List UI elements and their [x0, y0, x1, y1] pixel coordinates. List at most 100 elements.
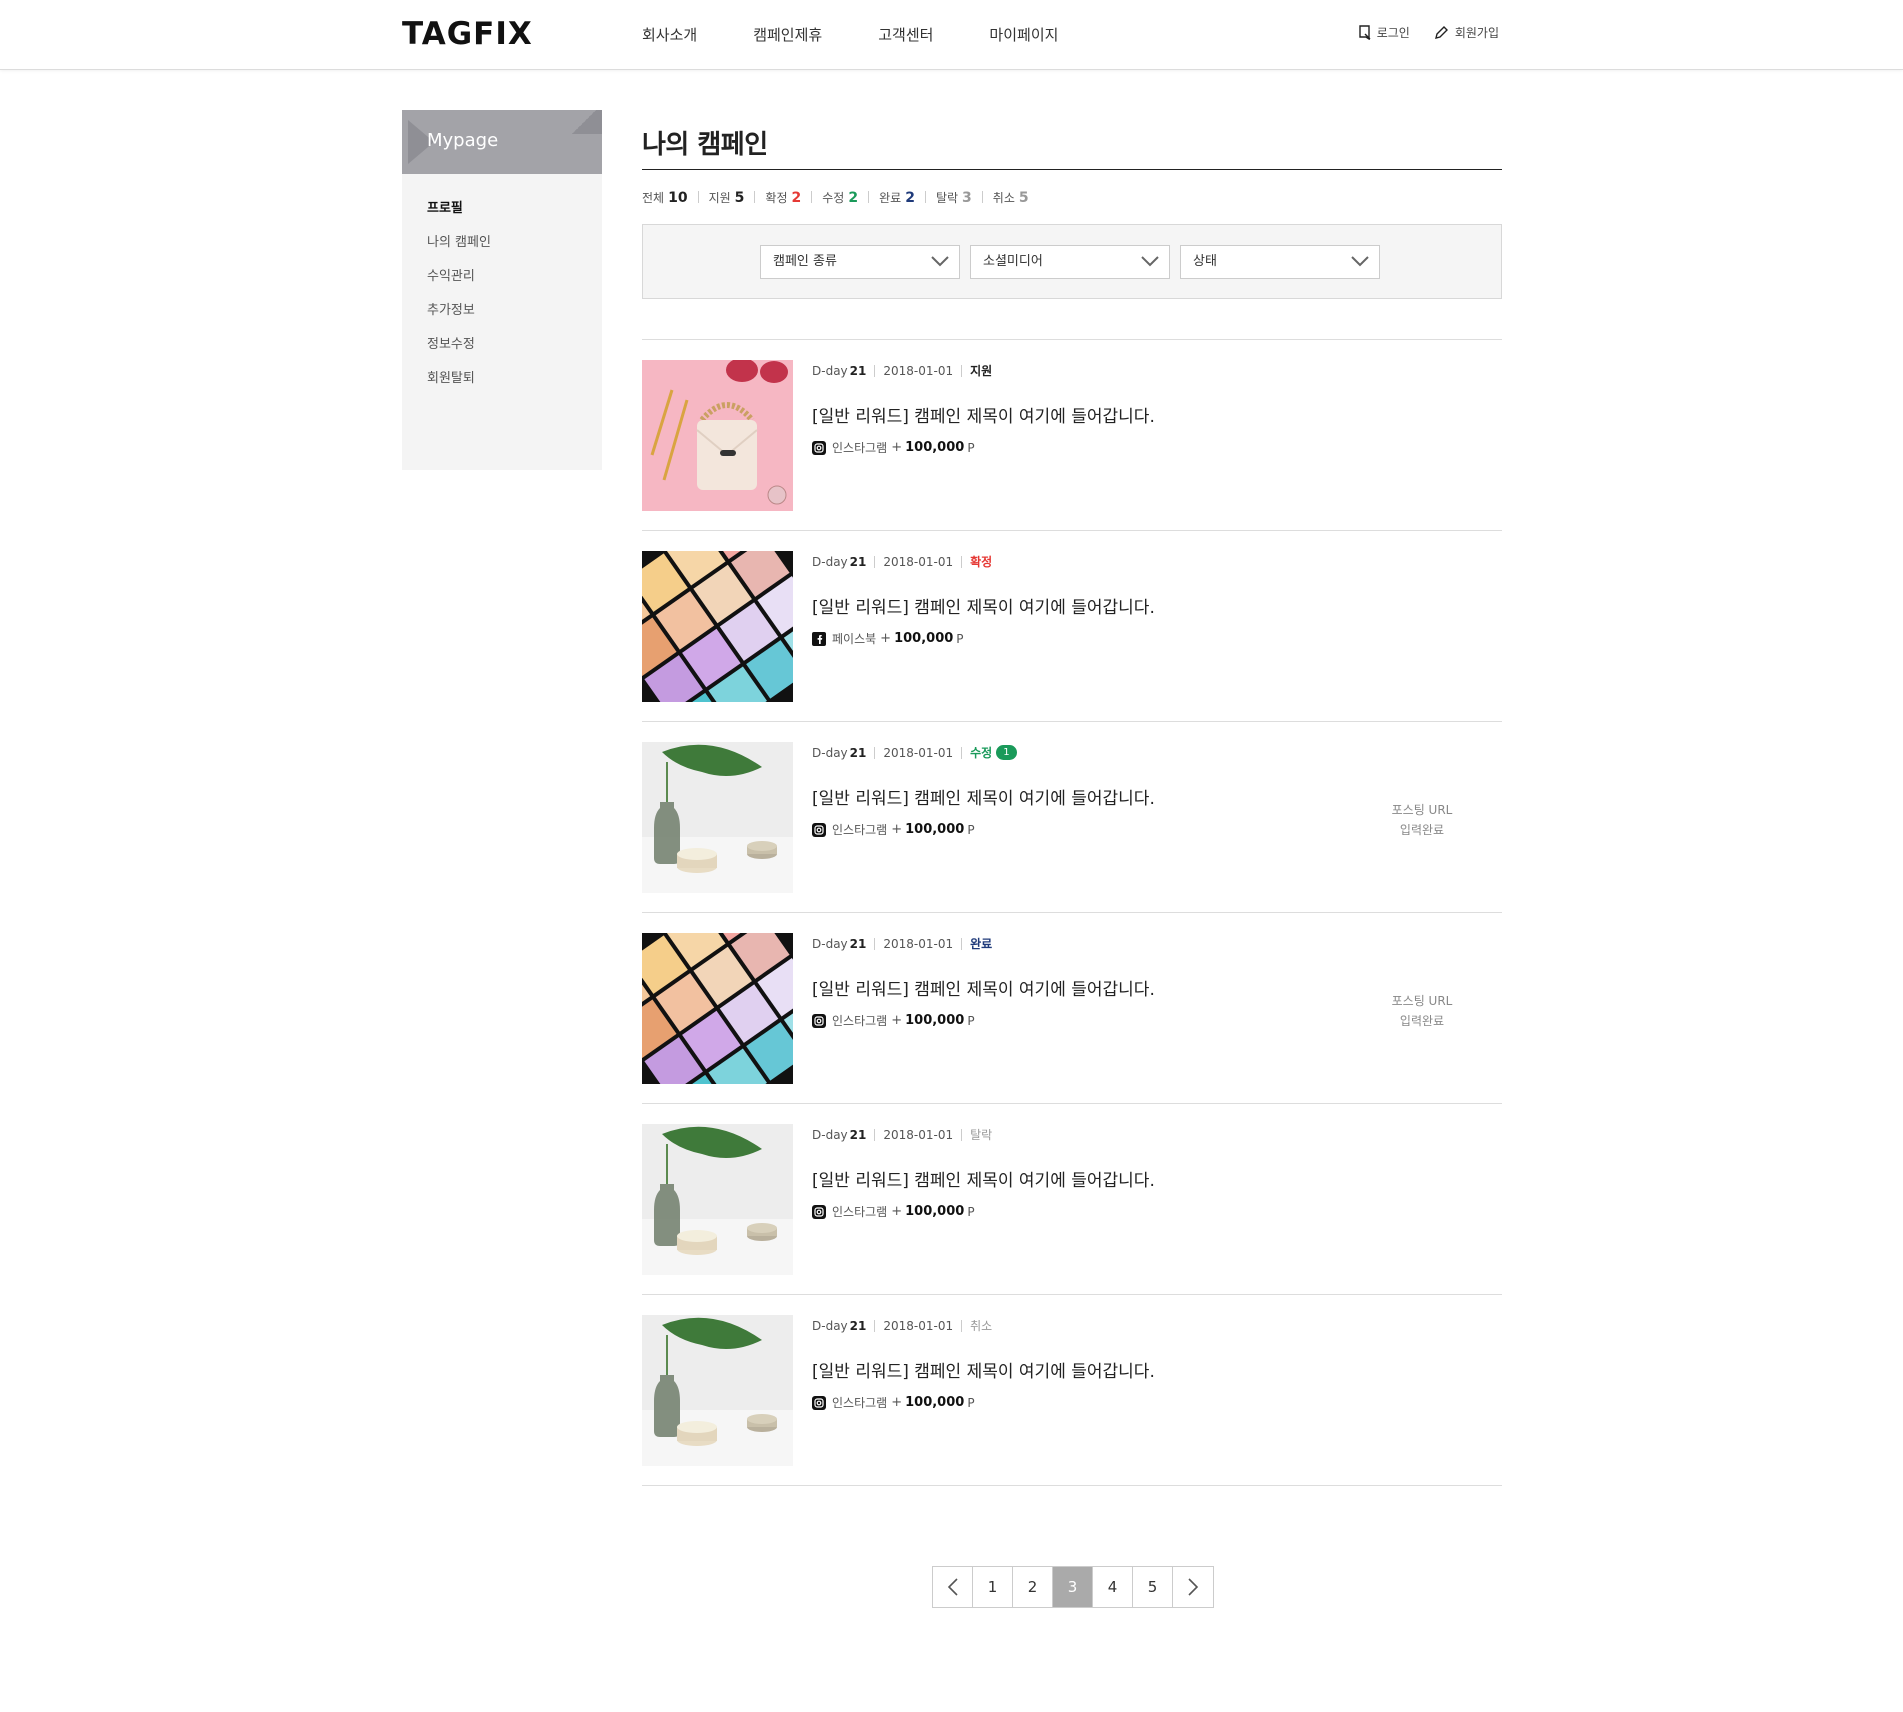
sidebar-item[interactable]: 추가정보 [427, 294, 602, 328]
campaign-reward: 페이스북 +100,000 P [812, 630, 964, 647]
social-media-select[interactable]: 소셜미디어 [970, 245, 1170, 279]
campaign-item: D-day 21 2018-01-01 지원 [일반 리워드] 캠페인 제목이 여기에 … [642, 340, 1502, 531]
divider [874, 746, 876, 759]
dday-value: 21 [849, 1318, 867, 1333]
status-count[interactable]: 수정 2 [822, 189, 858, 206]
divider [754, 191, 756, 203]
page-button[interactable]: 1 [973, 1567, 1013, 1607]
nav-company[interactable]: 회사소개 [642, 24, 697, 45]
campaign-thumbnail[interactable] [642, 551, 793, 702]
chevron-down-icon [931, 256, 949, 267]
campaign-thumbnail[interactable] [642, 933, 793, 1084]
page-button[interactable]: 3 [1053, 1567, 1093, 1607]
campaign-status: 완료 [970, 937, 993, 951]
status-summary: 전체 10 지원 5 확정 2 수정 2 완료 2 탈락 3 취소 5 [642, 170, 1502, 224]
sidebar-item[interactable]: 정보수정 [427, 328, 602, 362]
campaign-type-value: 캠페인 종류 [773, 254, 837, 269]
mypage-sidebar: Mypage 프로필 나의 캠페인 수익관리 추가정보 정보수정 회원탈퇴 [402, 110, 602, 470]
divider [961, 746, 963, 759]
posting-url-complete: 입력완료 [1399, 823, 1445, 837]
campaign-date: 2018-01-01 [883, 1318, 954, 1333]
dday-label: D-day [812, 936, 848, 951]
campaign-title[interactable]: [일반 리워드] 캠페인 제목이 여기에 들어갑니다. [812, 975, 1155, 1000]
campaign-item: D-day 21 2018-01-01 탈락 [일반 리워드] 캠페인 제목이 여기에 … [642, 1104, 1502, 1295]
campaign-reward: 인스타그램 +100,000 P [812, 821, 975, 838]
divider [981, 191, 983, 203]
status-count[interactable]: 전체 10 [642, 189, 688, 206]
main-content: 나의 캠페인 전체 10 지원 5 확정 2 수정 2 완료 2 탈락 3 취소 5 캠페인 종류 소셜미… [642, 110, 1502, 1486]
page-button[interactable]: 5 [1133, 1567, 1173, 1607]
campaign-reward: 인스타그램 +100,000 P [812, 1394, 975, 1411]
reward-amount: 100,000 [905, 1204, 965, 1219]
posting-url-label: 포스팅 URL [1391, 994, 1453, 1008]
prev-page-button[interactable] [933, 1567, 973, 1607]
campaign-title[interactable]: [일반 리워드] 캠페인 제목이 여기에 들어갑니다. [812, 1357, 1155, 1382]
status-count-label: 수정 [822, 190, 845, 205]
campaign-meta: D-day 21 2018-01-01 수정 1 [812, 744, 1017, 761]
status-select[interactable]: 상태 [1180, 245, 1380, 279]
social-media-value: 소셜미디어 [983, 254, 1043, 269]
campaign-thumbnail[interactable] [642, 1124, 793, 1275]
dday-label: D-day [812, 363, 848, 378]
campaign-status: 확정 [970, 555, 993, 569]
sidebar-item[interactable]: 회원탈퇴 [427, 362, 602, 396]
status-count[interactable]: 취소 5 [993, 189, 1029, 206]
sidebar-item[interactable]: 나의 캠페인 [427, 226, 602, 260]
campaign-meta: D-day 21 2018-01-01 지원 [812, 362, 992, 379]
posting-url-complete: 입력완료 [1399, 1014, 1445, 1028]
status-count[interactable]: 완료 2 [879, 189, 915, 206]
tagfix-logo[interactable]: TAGFIX [402, 16, 533, 52]
divider [961, 937, 963, 950]
posting-url-status: 포스팅 URL 입력완료 [1382, 991, 1462, 1031]
login-label: 로그인 [1376, 26, 1410, 40]
global-nav: 회사소개 캠페인제휴 고객센터 마이페이지 [642, 24, 1114, 45]
reward-unit: P [967, 1204, 975, 1219]
next-page-button[interactable] [1173, 1567, 1213, 1607]
campaign-item: D-day 21 2018-01-01 완료 [일반 리워드] 캠페인 제목이 여기에 … [642, 913, 1502, 1104]
posting-url-label: 포스팅 URL [1391, 803, 1453, 817]
dday-label: D-day [812, 1127, 848, 1142]
campaign-thumbnail[interactable] [642, 1315, 793, 1466]
media-name: 인스타그램 [832, 823, 888, 837]
sidebar-item[interactable]: 수익관리 [427, 260, 602, 294]
campaign-type-select[interactable]: 캠페인 종류 [760, 245, 960, 279]
status-count[interactable]: 지원 5 [709, 189, 745, 206]
nav-campaign-partnership[interactable]: 캠페인제휴 [753, 24, 822, 45]
dday-label: D-day [812, 1318, 848, 1333]
sidebar-item[interactable]: 프로필 [427, 192, 602, 226]
status-count[interactable]: 탈락 3 [936, 189, 972, 206]
campaign-reward: 인스타그램 +100,000 P [812, 439, 975, 456]
campaign-date: 2018-01-01 [883, 1127, 954, 1142]
campaign-title[interactable]: [일반 리워드] 캠페인 제목이 여기에 들어갑니다. [812, 1166, 1155, 1191]
reward-amount: 100,000 [905, 1013, 965, 1028]
campaign-thumbnail[interactable] [642, 360, 793, 511]
instagram-icon [812, 440, 832, 455]
page-button[interactable]: 2 [1013, 1567, 1053, 1607]
reward-amount: 100,000 [905, 1395, 965, 1410]
nav-customer-center[interactable]: 고객센터 [878, 24, 933, 45]
campaign-title[interactable]: [일반 리워드] 캠페인 제목이 여기에 들어갑니다. [812, 784, 1155, 809]
page-title: 나의 캠페인 [642, 110, 1502, 170]
media-name: 페이스북 [832, 632, 877, 646]
campaign-meta: D-day 21 2018-01-01 취소 [812, 1317, 992, 1334]
status-count-value: 10 [668, 189, 688, 206]
divider [874, 1319, 876, 1332]
campaign-title[interactable]: [일반 리워드] 캠페인 제목이 여기에 들어갑니다. [812, 593, 1155, 618]
campaign-title[interactable]: [일반 리워드] 캠페인 제목이 여기에 들어갑니다. [812, 402, 1155, 427]
divider [874, 937, 876, 950]
sidebar-title: Mypage [427, 130, 499, 151]
page-button[interactable]: 4 [1093, 1567, 1133, 1607]
media-name: 인스타그램 [832, 1396, 888, 1410]
login-link[interactable]: 로그인 [1358, 24, 1410, 41]
status-count[interactable]: 확정 2 [765, 189, 801, 206]
nav-mypage[interactable]: 마이페이지 [989, 24, 1058, 45]
login-icon [1359, 25, 1371, 40]
signup-link[interactable]: 회원가입 [1434, 24, 1499, 41]
reward-unit: P [967, 1395, 975, 1410]
reward-unit: P [956, 631, 964, 646]
reward-plus: + [891, 1204, 903, 1219]
campaign-item: D-day 21 2018-01-01 수정 1 [일반 리워드] 캠페인 제목이 여기에… [642, 722, 1502, 913]
chevron-down-icon [1141, 256, 1159, 267]
campaign-thumbnail[interactable] [642, 742, 793, 893]
status-count-value: 5 [734, 189, 745, 206]
